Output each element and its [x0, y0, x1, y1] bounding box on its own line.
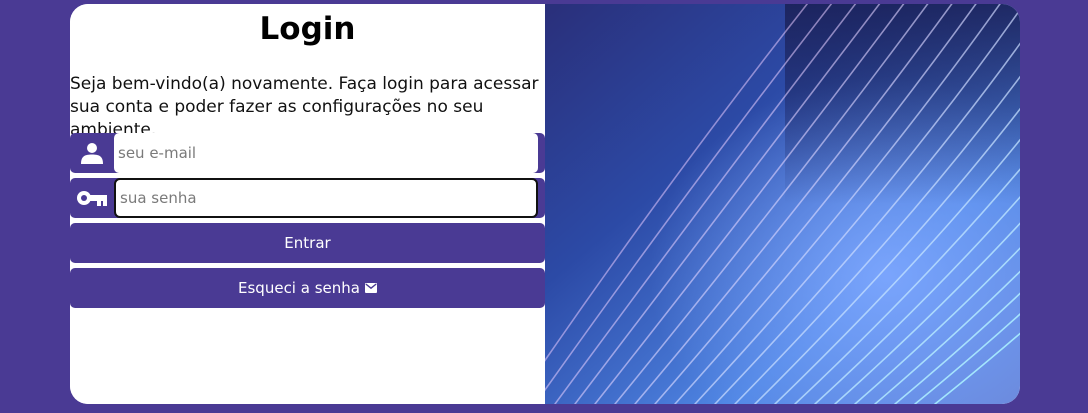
password-field-group	[70, 178, 545, 218]
login-panel: Login Seja bem-vindo(a) novamente. Faça …	[70, 4, 545, 404]
login-card: Login Seja bem-vindo(a) novamente. Faça …	[70, 4, 1020, 404]
user-icon	[70, 133, 113, 173]
forgot-password-label: Esqueci a senha	[238, 279, 360, 297]
welcome-text: Seja bem-vindo(a) novamente. Faça login …	[70, 74, 539, 140]
decorative-background-image	[545, 4, 1020, 404]
key-icon	[70, 178, 113, 218]
mail-icon	[364, 283, 377, 293]
password-field[interactable]	[114, 178, 538, 218]
email-field-group	[70, 133, 545, 173]
forgot-password-button[interactable]: Esqueci a senha	[70, 268, 545, 308]
page-title: Login	[259, 11, 356, 47]
login-button[interactable]: Entrar	[70, 223, 545, 263]
login-button-label: Entrar	[284, 234, 331, 252]
email-field[interactable]	[114, 133, 538, 173]
